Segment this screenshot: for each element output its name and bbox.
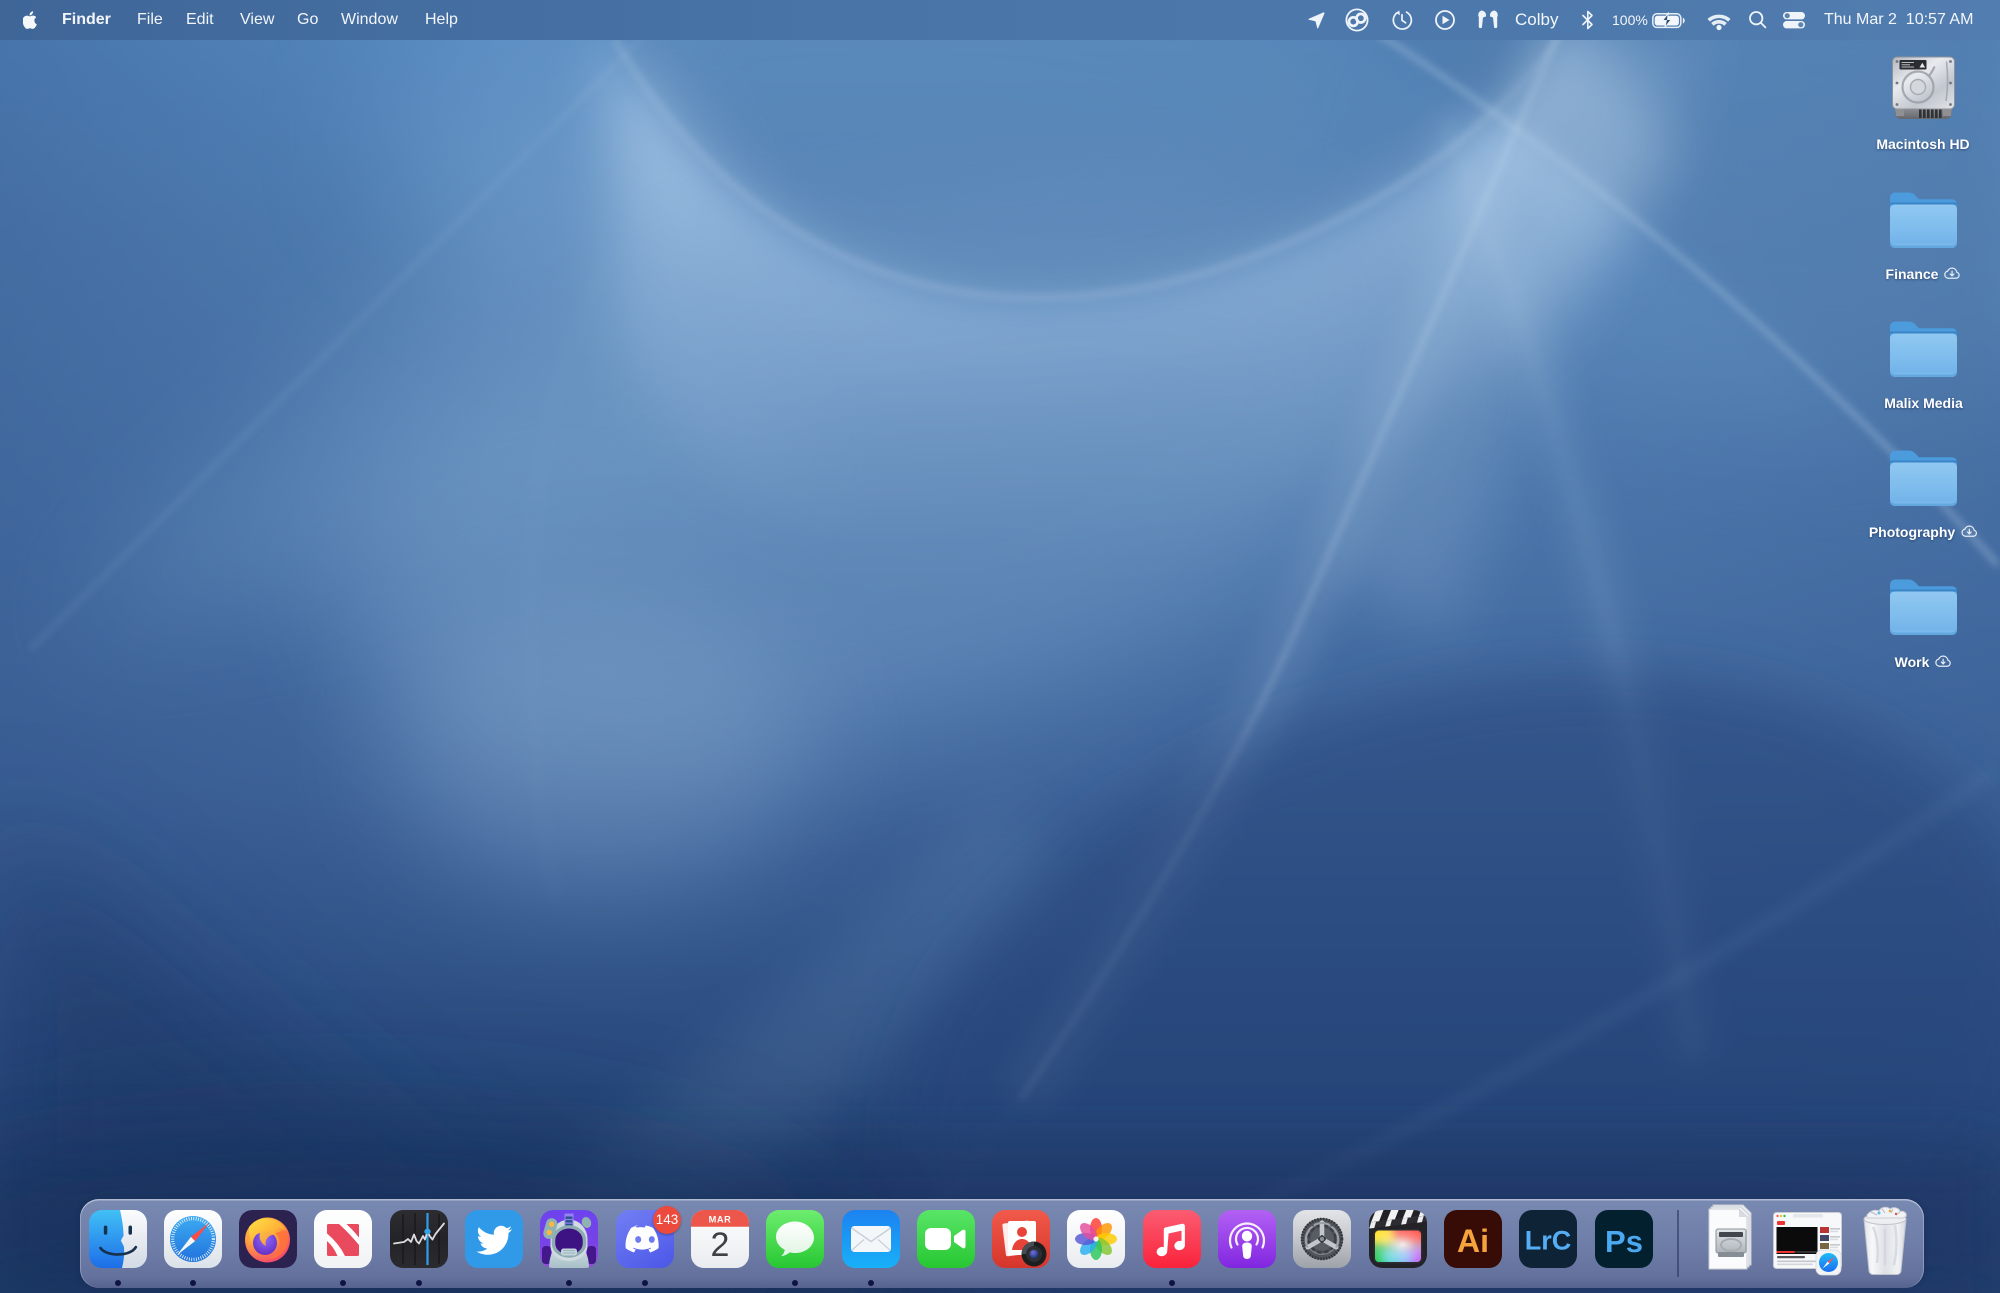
- svg-text:2: 2: [710, 1226, 729, 1264]
- svg-text:LrC: LrC: [1525, 1226, 1572, 1256]
- svg-text:Ps: Ps: [1605, 1224, 1643, 1259]
- svg-text:MAR: MAR: [709, 1215, 732, 1225]
- svg-text:Ai: Ai: [1457, 1223, 1489, 1259]
